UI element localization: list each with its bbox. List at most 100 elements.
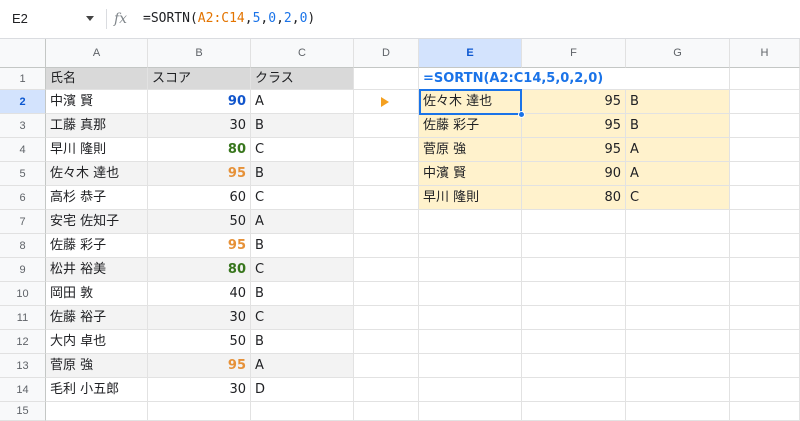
row-header-6[interactable]: 6 — [0, 186, 46, 210]
result-name-cell[interactable]: 中濱 賢 — [419, 162, 522, 186]
cell-d3[interactable] — [354, 114, 419, 138]
cell-h15[interactable] — [730, 402, 800, 421]
cell-f15[interactable] — [522, 402, 626, 421]
score-cell[interactable]: 90 — [148, 90, 251, 114]
cell-d12[interactable] — [354, 330, 419, 354]
score-cell[interactable]: 50 — [148, 330, 251, 354]
score-cell[interactable]: 80 — [148, 138, 251, 162]
cell-a15[interactable] — [46, 402, 148, 421]
row-header-3[interactable]: 3 — [0, 114, 46, 138]
score-cell[interactable]: 60 — [148, 186, 251, 210]
result-name-cell[interactable]: 佐藤 彩子 — [419, 114, 522, 138]
name-cell[interactable]: 大内 卓也 — [46, 330, 148, 354]
row-header-1[interactable]: 1 — [0, 68, 46, 90]
cell-e14[interactable] — [419, 378, 522, 402]
result-score-cell[interactable]: 90 — [522, 162, 626, 186]
column-header-d[interactable]: D — [354, 39, 419, 68]
cell-h8[interactable] — [730, 234, 800, 258]
cell-c15[interactable] — [251, 402, 354, 421]
name-cell[interactable]: 早川 隆則 — [46, 138, 148, 162]
cell-d7[interactable] — [354, 210, 419, 234]
cell-h10[interactable] — [730, 282, 800, 306]
result-name-cell[interactable]: 菅原 強 — [419, 138, 522, 162]
cell-g11[interactable] — [626, 306, 730, 330]
result-score-cell[interactable]: 95 — [522, 114, 626, 138]
class-cell[interactable]: A — [251, 210, 354, 234]
name-cell[interactable]: 工藤 真那 — [46, 114, 148, 138]
cell-f8[interactable] — [522, 234, 626, 258]
cell-g10[interactable] — [626, 282, 730, 306]
row-header-7[interactable]: 7 — [0, 210, 46, 234]
cell-g14[interactable] — [626, 378, 730, 402]
name-cell[interactable]: 佐藤 裕子 — [46, 306, 148, 330]
header-name-cell[interactable]: 氏名 — [46, 68, 148, 90]
cell-d5[interactable] — [354, 162, 419, 186]
result-name-cell[interactable]: 佐々木 達也 — [419, 90, 522, 114]
class-cell[interactable]: B — [251, 114, 354, 138]
cell-f12[interactable] — [522, 330, 626, 354]
cell-b15[interactable] — [148, 402, 251, 421]
cell-h3[interactable] — [730, 114, 800, 138]
cell-e8[interactable] — [419, 234, 522, 258]
header-score-cell[interactable]: スコア — [148, 68, 251, 90]
cell-e12[interactable] — [419, 330, 522, 354]
score-cell[interactable]: 30 — [148, 114, 251, 138]
class-cell[interactable]: C — [251, 138, 354, 162]
score-cell[interactable]: 95 — [148, 162, 251, 186]
cell-d4[interactable] — [354, 138, 419, 162]
column-header-h[interactable]: H — [730, 39, 800, 68]
cell-h9[interactable] — [730, 258, 800, 282]
cell-e9[interactable] — [419, 258, 522, 282]
score-cell[interactable]: 50 — [148, 210, 251, 234]
formula-label-cell[interactable]: =SORTN(A2:C14,5,0,2,0) — [419, 68, 626, 90]
column-header-g[interactable]: G — [626, 39, 730, 68]
header-class-cell[interactable]: クラス — [251, 68, 354, 90]
cell-e15[interactable] — [419, 402, 522, 421]
cell-f10[interactable] — [522, 282, 626, 306]
formula-input[interactable]: =SORTN(A2:C14,5,0,2,0) — [143, 9, 315, 29]
name-cell[interactable]: 佐々木 達也 — [46, 162, 148, 186]
cell-f13[interactable] — [522, 354, 626, 378]
class-cell[interactable]: B — [251, 330, 354, 354]
cell-g13[interactable] — [626, 354, 730, 378]
row-header-2[interactable]: 2 — [0, 90, 46, 114]
cell-h13[interactable] — [730, 354, 800, 378]
cell-f14[interactable] — [522, 378, 626, 402]
row-header-10[interactable]: 10 — [0, 282, 46, 306]
result-class-cell[interactable]: B — [626, 90, 730, 114]
cell-g7[interactable] — [626, 210, 730, 234]
fill-handle[interactable] — [518, 111, 525, 118]
class-cell[interactable]: D — [251, 378, 354, 402]
cell-f9[interactable] — [522, 258, 626, 282]
cell-h7[interactable] — [730, 210, 800, 234]
score-cell[interactable]: 95 — [148, 234, 251, 258]
cell-g1[interactable] — [626, 68, 730, 90]
name-box-dropdown-icon[interactable] — [86, 16, 94, 21]
result-class-cell[interactable]: C — [626, 186, 730, 210]
name-cell[interactable]: 松井 裕美 — [46, 258, 148, 282]
cell-e10[interactable] — [419, 282, 522, 306]
class-cell[interactable]: A — [251, 90, 354, 114]
result-class-cell[interactable]: B — [626, 114, 730, 138]
cell-g8[interactable] — [626, 234, 730, 258]
row-header-8[interactable]: 8 — [0, 234, 46, 258]
score-cell[interactable]: 95 — [148, 354, 251, 378]
cell-g9[interactable] — [626, 258, 730, 282]
cell-d10[interactable] — [354, 282, 419, 306]
row-header-9[interactable]: 9 — [0, 258, 46, 282]
score-cell[interactable]: 40 — [148, 282, 251, 306]
result-class-cell[interactable]: A — [626, 162, 730, 186]
row-header-12[interactable]: 12 — [0, 330, 46, 354]
cell-g12[interactable] — [626, 330, 730, 354]
result-score-cell[interactable]: 95 — [522, 138, 626, 162]
name-cell[interactable]: 高杉 恭子 — [46, 186, 148, 210]
result-name-cell[interactable]: 早川 隆則 — [419, 186, 522, 210]
result-score-cell[interactable]: 95 — [522, 90, 626, 114]
cell-d13[interactable] — [354, 354, 419, 378]
cell-h14[interactable] — [730, 378, 800, 402]
cell-h12[interactable] — [730, 330, 800, 354]
select-all-corner[interactable] — [0, 39, 46, 68]
row-header-4[interactable]: 4 — [0, 138, 46, 162]
cell-h5[interactable] — [730, 162, 800, 186]
class-cell[interactable]: C — [251, 258, 354, 282]
